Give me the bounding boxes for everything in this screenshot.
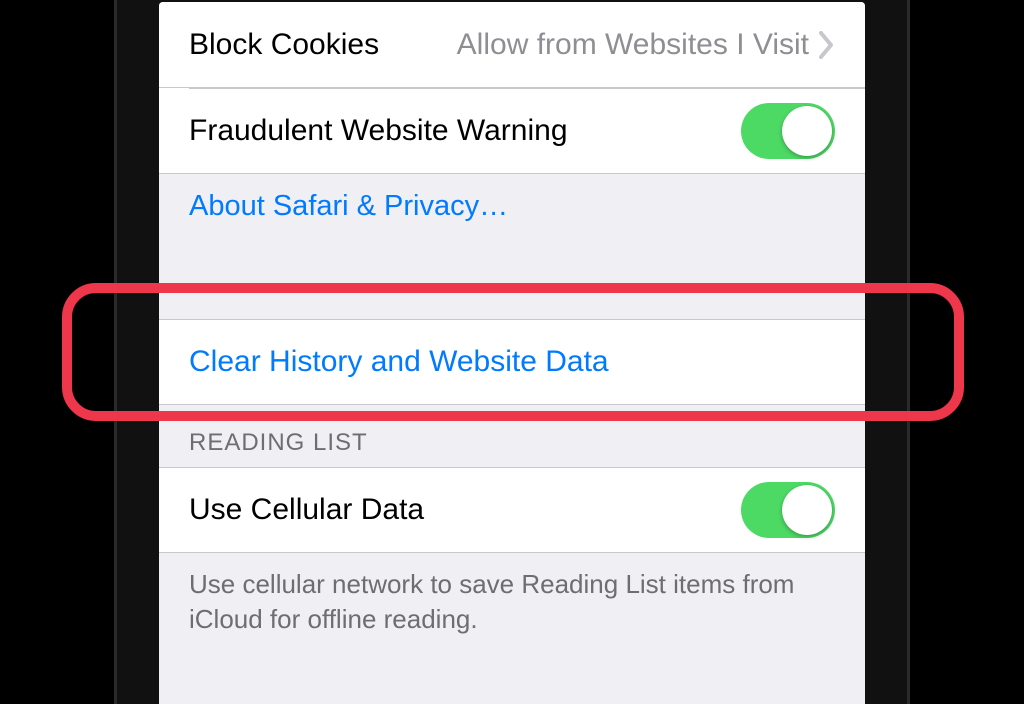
use-cellular-label: Use Cellular Data: [189, 493, 424, 527]
row-fraud-warning[interactable]: Fraudulent Website Warning: [159, 88, 865, 174]
row-block-cookies[interactable]: Block Cookies Allow from Websites I Visi…: [159, 2, 865, 88]
about-safari-privacy-link[interactable]: About Safari & Privacy…: [159, 174, 865, 245]
row-clear-history[interactable]: Clear History and Website Data: [159, 319, 865, 405]
use-cellular-toggle[interactable]: [741, 482, 835, 538]
row-use-cellular-data[interactable]: Use Cellular Data: [159, 467, 865, 553]
settings-screen: Block Cookies Allow from Websites I Visi…: [159, 2, 865, 704]
about-safari-privacy-label: About Safari & Privacy…: [189, 190, 508, 222]
chevron-right-icon: [819, 31, 835, 59]
reading-list-header-text: READING LIST: [189, 429, 368, 456]
toggle-knob-icon: [782, 106, 832, 156]
fraud-warning-label: Fraudulent Website Warning: [189, 114, 568, 148]
section-header-reading-list: READING LIST: [159, 405, 865, 467]
phone-inner-frame: Block Cookies Allow from Websites I Visi…: [114, 0, 910, 704]
fraud-warning-toggle[interactable]: [741, 103, 835, 159]
use-cellular-footer-text: Use cellular network to save Reading Lis…: [189, 569, 794, 634]
section-spacer: [159, 245, 865, 319]
toggle-knob-icon: [782, 485, 832, 535]
use-cellular-footer: Use cellular network to save Reading Lis…: [159, 553, 865, 661]
phone-frame: Block Cookies Allow from Websites I Visi…: [102, 0, 922, 704]
block-cookies-label: Block Cookies: [189, 28, 379, 62]
block-cookies-value: Allow from Websites I Visit: [457, 28, 809, 62]
clear-history-label: Clear History and Website Data: [189, 345, 609, 379]
